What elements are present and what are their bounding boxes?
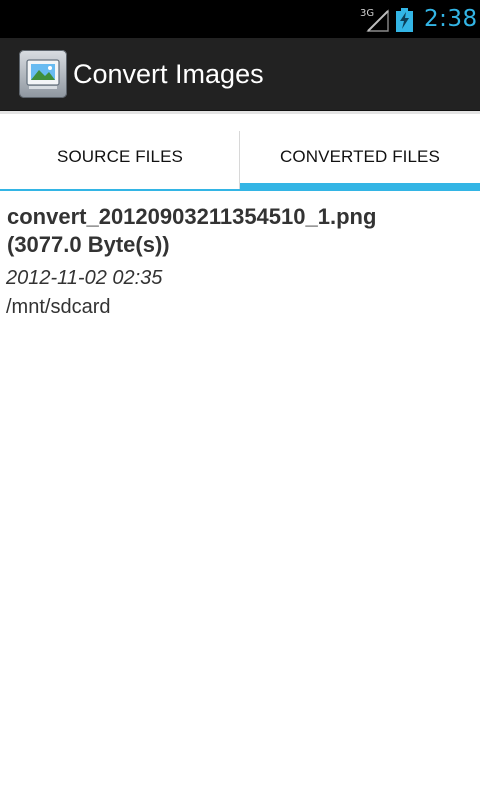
tab-converted-files[interactable]: CONVERTED FILES xyxy=(240,111,480,191)
file-list-item[interactable]: convert_20120903211354510_1.png (3077.0 … xyxy=(0,203,480,321)
tab-source-files[interactable]: SOURCE FILES xyxy=(0,111,240,191)
battery-charging-icon xyxy=(396,8,413,32)
tab-underline-converted-selected xyxy=(240,183,480,191)
file-path: /mnt/sdcard xyxy=(6,296,111,318)
app-icon xyxy=(19,50,67,98)
image-icon xyxy=(26,59,60,89)
action-bar: Convert Images xyxy=(0,38,480,111)
network-type-label: 3G xyxy=(360,8,374,19)
tab-source-files-label: SOURCE FILES xyxy=(57,147,183,166)
app-title: Convert Images xyxy=(73,59,264,89)
converted-files-list: convert_20120903211354510_1.png (3077.0 … xyxy=(0,191,480,800)
status-time: 2:38 xyxy=(424,6,478,32)
status-bar: 3G 2:38 xyxy=(0,0,480,38)
file-name: convert_20120903211354510_1.png xyxy=(7,204,377,229)
tab-strip: SOURCE FILES CONVERTED FILES xyxy=(0,111,480,191)
file-size: (3077.0 Byte(s)) xyxy=(7,232,170,257)
file-date: 2012-11-02 02:35 xyxy=(6,267,163,289)
tab-converted-files-label: CONVERTED FILES xyxy=(280,147,440,166)
signal-icon: 3G xyxy=(360,8,389,32)
